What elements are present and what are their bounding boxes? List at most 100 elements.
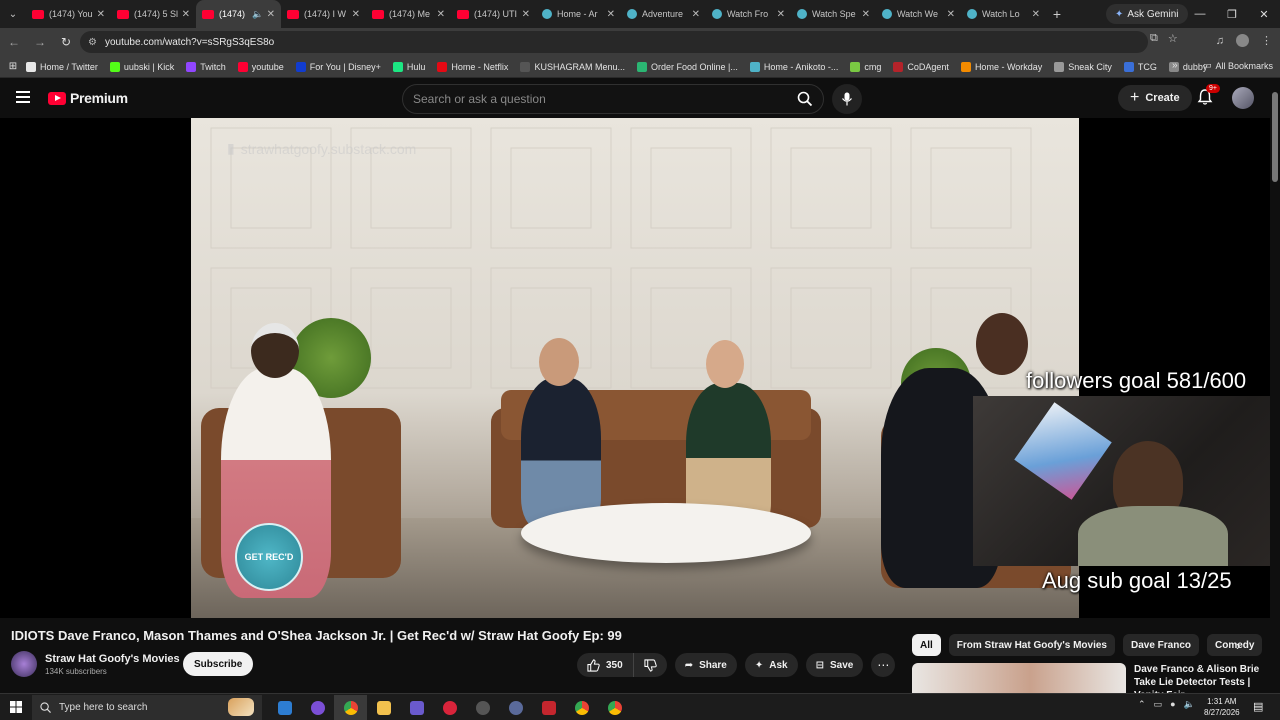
close-tab-icon[interactable]: ✕ <box>947 9 955 20</box>
browser-tab[interactable]: Home - Ar ✕ <box>536 0 621 28</box>
chips-next-icon[interactable]: › <box>1236 638 1240 653</box>
taskbar-chrome[interactable] <box>334 695 367 720</box>
browser-tab[interactable]: (1474) 🔈 ✕ <box>196 0 281 28</box>
taskbar-search[interactable]: Type here to search <box>32 695 262 720</box>
bookmark-item[interactable]: KUSHAGRAM Menu... <box>520 61 625 72</box>
browser-tab[interactable]: Watch Spe ✕ <box>791 0 876 28</box>
account-avatar[interactable] <box>1232 87 1254 109</box>
apps-grid-icon[interactable]: ⊞ <box>0 61 26 72</box>
bookmark-item[interactable]: CoDAgent <box>893 61 949 72</box>
browser-tab[interactable]: (1474) You ✕ <box>26 0 111 28</box>
browser-tab[interactable]: Watch Lo ✕ <box>961 0 1046 28</box>
tray-chevron-icon[interactable]: ⌃ <box>1138 699 1146 710</box>
forward-icon[interactable]: → <box>28 35 52 49</box>
like-button[interactable]: 350 <box>577 653 634 677</box>
create-button[interactable]: + Create <box>1118 85 1192 111</box>
save-button[interactable]: ⊟ Save <box>805 653 864 677</box>
subscribe-button[interactable]: Subscribe <box>183 652 254 676</box>
taskbar-app-1[interactable] <box>268 695 301 720</box>
close-tab-icon[interactable]: ✕ <box>862 9 870 20</box>
voice-search-button[interactable] <box>832 84 862 114</box>
mic-tray-icon[interactable]: ● <box>1170 699 1175 710</box>
tab-search-button[interactable]: ⌄ <box>0 0 26 28</box>
bookmark-item[interactable]: TCG <box>1123 61 1157 72</box>
browser-tab[interactable]: Adventure ✕ <box>621 0 706 28</box>
back-icon[interactable]: ← <box>2 35 26 49</box>
close-tab-icon[interactable]: ✕ <box>692 9 700 20</box>
filter-chip[interactable]: Dave Franco <box>1122 634 1199 656</box>
filter-chip[interactable]: All <box>912 634 941 656</box>
taskbar-app-9[interactable] <box>532 695 565 720</box>
taskbar-app-6[interactable] <box>433 695 466 720</box>
page-scrollbar[interactable] <box>1270 78 1280 690</box>
ask-button[interactable]: ✦ Ask <box>744 653 798 677</box>
bookmark-item[interactable]: Home - Workday <box>960 61 1042 72</box>
menu-kebab-icon[interactable]: ⋮ <box>1261 34 1272 47</box>
browser-tab[interactable]: Watch Fro ✕ <box>706 0 791 28</box>
browser-tab[interactable]: (1474) Me ✕ <box>366 0 451 28</box>
bookmark-item[interactable]: youtube <box>237 61 284 72</box>
search-input[interactable] <box>413 92 787 106</box>
media-icon[interactable]: ♫ <box>1216 35 1224 47</box>
ask-gemini-button[interactable]: ✦ Ask Gemini <box>1106 4 1188 24</box>
restore-icon[interactable]: ❐ <box>1216 0 1248 28</box>
bookmark-item[interactable]: Home - Netflix <box>437 61 508 72</box>
more-actions-button[interactable]: ⋯ <box>871 653 896 677</box>
close-tab-icon[interactable]: ✕ <box>522 9 530 20</box>
share-button[interactable]: ➦ Share <box>674 653 737 677</box>
taskbar-app-8[interactable] <box>499 695 532 720</box>
close-tab-icon[interactable]: ✕ <box>267 9 275 20</box>
close-tab-icon[interactable]: ✕ <box>1032 9 1040 20</box>
hamburger-menu-icon[interactable] <box>16 91 30 105</box>
dislike-button[interactable] <box>634 653 667 677</box>
filter-chip[interactable]: Comedy <box>1207 634 1263 656</box>
notifications-button[interactable]: 9+ <box>1196 84 1220 108</box>
install-icon[interactable]: ⧉ <box>1150 32 1158 45</box>
close-tab-icon[interactable]: ✕ <box>352 9 360 20</box>
close-tab-icon[interactable]: ✕ <box>182 9 190 20</box>
search-button[interactable] <box>787 85 823 113</box>
channel-name[interactable]: Straw Hat Goofy's Movies <box>45 653 180 665</box>
recommended-thumbnail[interactable] <box>912 663 1126 693</box>
browser-tab[interactable]: (1474) UTI ✕ <box>451 0 536 28</box>
reload-icon[interactable]: ↻ <box>54 35 78 49</box>
tab-audio-icon[interactable]: 🔈 <box>252 9 263 20</box>
browser-tab[interactable]: Watch We ✕ <box>876 0 961 28</box>
taskbar-explorer[interactable] <box>367 695 400 720</box>
windows-start-button[interactable] <box>0 694 32 720</box>
bookmark-item[interactable]: Order Food Online |... <box>636 61 738 72</box>
browser-tab[interactable]: (1474) 5 Sl ✕ <box>111 0 196 28</box>
taskbar-clock[interactable]: 1:31 AM 8/27/2026 <box>1204 696 1240 718</box>
taskbar-app-2[interactable] <box>301 695 334 720</box>
filter-chip[interactable]: From Straw Hat Goofy's Movies <box>948 634 1115 656</box>
close-tab-icon[interactable]: ✕ <box>437 9 445 20</box>
minimize-icon[interactable]: — <box>1184 0 1216 28</box>
address-bar[interactable]: ⚙ youtube.com/watch?v=sSRgS3qES8o <box>80 31 1148 53</box>
bookmark-item[interactable]: Sneak City <box>1054 61 1112 72</box>
all-bookmarks-button[interactable]: ▭ All Bookmarks <box>1203 60 1273 71</box>
network-icon[interactable]: ▭ <box>1154 699 1163 710</box>
youtube-logo[interactable]: Premium <box>48 90 128 106</box>
bookmark-item[interactable]: uubski | Kick <box>109 61 174 72</box>
volume-icon[interactable]: 🔈 <box>1184 699 1195 710</box>
close-window-icon[interactable]: ✕ <box>1248 0 1280 28</box>
profile-avatar[interactable] <box>1236 34 1249 47</box>
scrollbar-thumb[interactable] <box>1272 92 1278 182</box>
bookmark-item[interactable]: Hulu <box>392 61 425 72</box>
bookmark-item[interactable]: cmg <box>850 61 881 72</box>
close-tab-icon[interactable]: ✕ <box>777 9 785 20</box>
bookmark-item[interactable]: Home / Twitter <box>26 61 98 72</box>
taskbar-app-7[interactable] <box>466 695 499 720</box>
taskbar-chrome-2[interactable] <box>565 695 598 720</box>
bookmark-item[interactable]: Twitch <box>186 61 226 72</box>
bookmarks-overflow-icon[interactable]: » <box>1172 60 1178 71</box>
channel-avatar[interactable] <box>11 651 37 677</box>
video-player[interactable]: ▮ strawhatgoofy.substack.com GET REC'D f… <box>0 118 1270 618</box>
bookmark-item[interactable]: For You | Disney+ <box>295 61 381 72</box>
taskbar-app-5[interactable] <box>400 695 433 720</box>
site-info-icon[interactable]: ⚙ <box>88 37 97 48</box>
new-tab-button[interactable]: + <box>1046 6 1068 22</box>
notification-center-icon[interactable]: ▤ <box>1253 700 1263 713</box>
bookmark-star-icon[interactable]: ☆ <box>1168 32 1178 45</box>
close-tab-icon[interactable]: ✕ <box>607 9 615 20</box>
